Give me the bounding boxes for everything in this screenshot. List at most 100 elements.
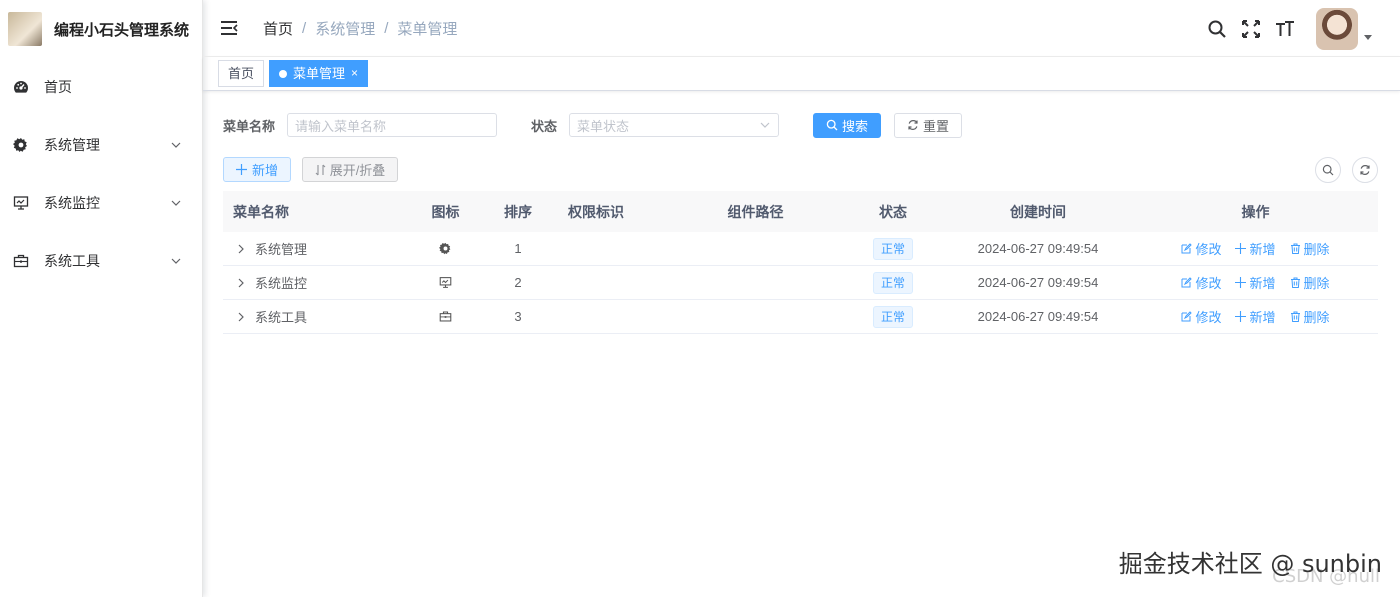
search-button[interactable]: 搜索 bbox=[813, 112, 881, 138]
sidebar-item-label: 系统监控 bbox=[44, 195, 100, 211]
trash-icon bbox=[1290, 311, 1300, 322]
chevron-down-icon bbox=[171, 258, 181, 264]
add-button-label: 新增 bbox=[251, 163, 278, 178]
close-icon[interactable]: × bbox=[351, 61, 358, 86]
search-button-label: 搜索 bbox=[841, 118, 868, 134]
status-placeholder: 菜单状态 bbox=[577, 118, 630, 134]
column-header: 组件路径 bbox=[727, 203, 784, 220]
edit-icon bbox=[1181, 277, 1193, 288]
delete-label: 删除 bbox=[1303, 310, 1330, 325]
add-child-button[interactable]: 新增 bbox=[1235, 307, 1276, 326]
toggle-search-button[interactable] bbox=[1315, 157, 1341, 183]
edit-label: 修改 bbox=[1195, 310, 1222, 325]
edit-button[interactable]: 修改 bbox=[1181, 239, 1221, 258]
chevron-right-icon[interactable] bbox=[235, 243, 247, 255]
font-size-icon[interactable] bbox=[1274, 18, 1296, 40]
breadcrumb-separator: / bbox=[384, 19, 389, 37]
add-child-button[interactable]: 新增 bbox=[1235, 239, 1276, 258]
table-row: 系统监控 2 正常 2024-06-27 09:49:54 修改 新增 删除 bbox=[223, 266, 1378, 300]
avatar[interactable] bbox=[1316, 7, 1358, 50]
sidebar: 编程小石头管理系统 首页 系统管理 系统监控 系统工具 bbox=[0, 0, 203, 597]
menu-name-label: 菜单名称 bbox=[223, 118, 276, 134]
logo-area[interactable]: 编程小石头管理系统 bbox=[0, 0, 202, 58]
status-cell: 正常 bbox=[843, 271, 943, 294]
toolbox-icon bbox=[12, 252, 30, 270]
breadcrumb-home[interactable]: 首页 bbox=[263, 18, 293, 39]
breadcrumb-separator: / bbox=[302, 19, 307, 37]
status-select[interactable]: 菜单状态 bbox=[569, 113, 779, 137]
search-icon[interactable] bbox=[1206, 18, 1228, 40]
delete-button[interactable]: 删除 bbox=[1290, 273, 1330, 292]
ops-cell: 修改 新增 删除 bbox=[1133, 239, 1378, 258]
column-header: 权限标识 bbox=[568, 203, 624, 220]
table-header: 菜单名称 图标 排序 权限标识 组件路径 状态 创建时间 操作 bbox=[223, 191, 1378, 232]
breadcrumb-system-management: 系统管理 bbox=[315, 20, 376, 38]
sidebar-item-label: 系统管理 bbox=[44, 137, 100, 153]
add-button[interactable]: 新增 bbox=[223, 157, 291, 182]
order-value: 2 bbox=[514, 275, 522, 290]
gear-icon bbox=[439, 242, 451, 255]
sidebar-item-label: 首页 bbox=[44, 79, 72, 95]
menu-name-placeholder: 请输入菜单名称 bbox=[295, 118, 387, 134]
created-time: 2024-06-27 09:49:54 bbox=[977, 309, 1099, 324]
name-cell: 系统监控 bbox=[223, 273, 413, 292]
add-child-button[interactable]: 新增 bbox=[1235, 273, 1276, 292]
chevron-right-icon[interactable] bbox=[235, 277, 247, 289]
refresh-icon bbox=[1360, 165, 1370, 175]
add-label: 新增 bbox=[1249, 242, 1276, 257]
reset-button[interactable]: 重置 bbox=[894, 112, 962, 138]
fullscreen-icon[interactable] bbox=[1240, 18, 1262, 40]
add-label: 新增 bbox=[1249, 310, 1276, 325]
column-header: 图标 bbox=[431, 203, 460, 220]
plus-icon bbox=[1235, 277, 1247, 288]
chevron-down-icon bbox=[171, 142, 181, 148]
navbar-right bbox=[1194, 0, 1400, 57]
sidebar-item-home[interactable]: 首页 bbox=[0, 58, 202, 116]
order-value: 1 bbox=[514, 241, 522, 256]
menu-name-input[interactable]: 请输入菜单名称 bbox=[287, 113, 497, 137]
search-icon bbox=[1322, 164, 1334, 176]
table-row: 系统工具 3 正常 2024-06-27 09:49:54 修改 新增 删除 bbox=[223, 300, 1378, 334]
watermark: 掘金技术社区 @ sunbin bbox=[1118, 550, 1382, 578]
created-time: 2024-06-27 09:49:54 bbox=[977, 275, 1099, 290]
tag-home[interactable]: 首页 bbox=[218, 60, 265, 87]
edit-button[interactable]: 修改 bbox=[1181, 307, 1221, 326]
monitor-icon bbox=[12, 194, 30, 212]
sidebar-item-system-management[interactable]: 系统管理 bbox=[0, 116, 202, 174]
icon-cell bbox=[413, 310, 478, 323]
sidebar-item-system-tools[interactable]: 系统工具 bbox=[0, 232, 202, 290]
delete-button[interactable]: 删除 bbox=[1290, 239, 1330, 258]
trash-icon bbox=[1290, 277, 1300, 288]
tag-label: 菜单管理 bbox=[293, 66, 346, 81]
gear-icon bbox=[12, 136, 30, 154]
column-header: 创建时间 bbox=[1010, 203, 1066, 220]
name-cell: 系统管理 bbox=[223, 239, 413, 258]
delete-button[interactable]: 删除 bbox=[1290, 307, 1330, 326]
menu-name: 系统监控 bbox=[255, 276, 308, 291]
column-header: 排序 bbox=[504, 203, 532, 220]
toolbox-icon bbox=[439, 311, 452, 322]
menu-name: 系统工具 bbox=[255, 310, 308, 325]
name-cell: 系统工具 bbox=[223, 307, 413, 326]
sidebar-item-system-monitor[interactable]: 系统监控 bbox=[0, 174, 202, 232]
chevron-right-icon[interactable] bbox=[235, 311, 247, 323]
edit-button[interactable]: 修改 bbox=[1181, 273, 1221, 292]
ops-cell: 修改 新增 删除 bbox=[1133, 307, 1378, 326]
plus-icon bbox=[1235, 311, 1247, 322]
icon-cell bbox=[413, 242, 478, 255]
app-title: 编程小石头管理系统 bbox=[54, 21, 190, 39]
edit-label: 修改 bbox=[1195, 276, 1222, 291]
refresh-icon bbox=[908, 120, 918, 130]
expand-collapse-button[interactable]: 展开/折叠 bbox=[302, 157, 398, 182]
status-cell: 正常 bbox=[843, 237, 943, 260]
add-label: 新增 bbox=[1249, 276, 1276, 291]
breadcrumb-menu-management: 菜单管理 bbox=[397, 20, 458, 38]
ops-cell: 修改 新增 删除 bbox=[1133, 273, 1378, 292]
caret-down-icon[interactable] bbox=[1364, 35, 1372, 40]
refresh-button[interactable] bbox=[1352, 157, 1378, 183]
tag-label: 首页 bbox=[228, 66, 255, 81]
edit-icon bbox=[1181, 311, 1193, 322]
reset-button-label: 重置 bbox=[922, 118, 949, 134]
hamburger-icon[interactable] bbox=[219, 18, 239, 38]
tag-menu-management[interactable]: 菜单管理 × bbox=[269, 60, 369, 87]
